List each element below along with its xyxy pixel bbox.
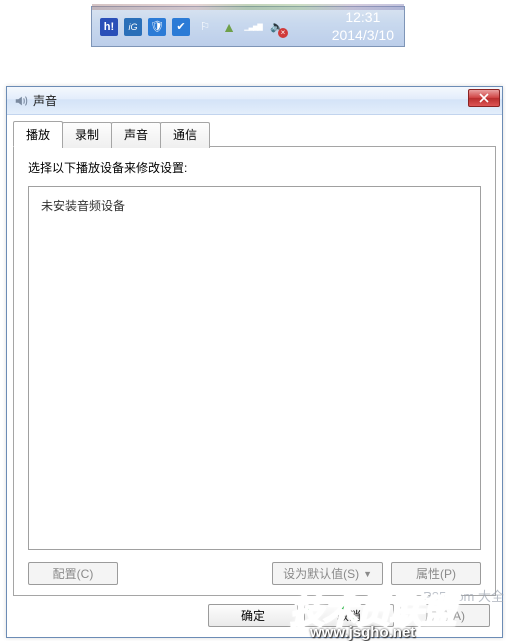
tab-communications[interactable]: 通信 (160, 122, 210, 148)
flag-icon[interactable]: ⚐ (196, 18, 214, 36)
sound-dialog: 声音 播放 录制 声音 通信 选择以下播放设备来修改设置: 未安装音频设备 配置… (6, 86, 503, 638)
tab-recording[interactable]: 录制 (62, 122, 112, 148)
tab-sounds[interactable]: 声音 (111, 122, 161, 148)
taskbar: h! iG 🛡 ✔ ⚐ ▲ ▁▃▅▇ 🔈 × 12:31 2014/3/10 (91, 6, 405, 47)
dialog-body: 播放 录制 声音 通信 选择以下播放设备来修改设置: 未安装音频设备 配置(C)… (7, 115, 502, 637)
tray-ig-icon[interactable]: iG (124, 18, 142, 36)
tabstrip: 播放 录制 声音 通信 (13, 121, 496, 147)
tabpanel-playback: 选择以下播放设备来修改设置: 未安装音频设备 配置(C) 设为默认值(S) ▼ … (13, 146, 496, 596)
tray-icons: h! iG 🛡 ✔ ⚐ ▲ ▁▃▅▇ 🔈 × (92, 18, 286, 36)
check-icon[interactable]: ✔ (172, 18, 190, 36)
clock-date: 2014/3/10 (332, 27, 394, 45)
signal-icon[interactable]: ▁▃▅▇ (244, 18, 262, 36)
dialog-title: 声音 (33, 92, 57, 109)
speaker-icon (13, 93, 29, 109)
close-button[interactable] (468, 89, 500, 107)
dropdown-icon: ▼ (363, 569, 372, 579)
taskbar-decoration (92, 4, 404, 10)
panel-buttons: 配置(C) 设为默认值(S) ▼ 属性(P) (28, 562, 481, 585)
button-spacer (126, 562, 264, 585)
clock-time: 12:31 (332, 9, 394, 27)
no-device-message: 未安装音频设备 (41, 197, 468, 214)
muted-badge-icon: × (278, 28, 288, 38)
ok-button[interactable]: 确定 (208, 604, 298, 627)
shield-icon[interactable]: 🛡 (148, 18, 166, 36)
taskbar-clock[interactable]: 12:31 2014/3/10 (332, 9, 404, 44)
tray-h-icon[interactable]: h! (100, 18, 118, 36)
titlebar[interactable]: 声音 (7, 87, 502, 115)
properties-button: 属性(P) (391, 562, 481, 585)
apply-button: 应用(A) (400, 604, 490, 627)
instruction-text: 选择以下播放设备来修改设置: (28, 159, 481, 176)
set-default-label: 设为默认值(S) (283, 565, 359, 582)
cancel-button[interactable]: 取消 (304, 604, 394, 627)
tab-playback[interactable]: 播放 (13, 121, 63, 147)
dialog-action-buttons: 确定 取消 应用(A) (13, 596, 496, 637)
device-list[interactable]: 未安装音频设备 (28, 186, 481, 550)
volume-muted-icon[interactable]: 🔈 × (268, 18, 286, 36)
set-default-button: 设为默认值(S) ▼ (272, 562, 383, 585)
configure-button: 配置(C) (28, 562, 118, 585)
up-arrow-icon[interactable]: ▲ (220, 18, 238, 36)
